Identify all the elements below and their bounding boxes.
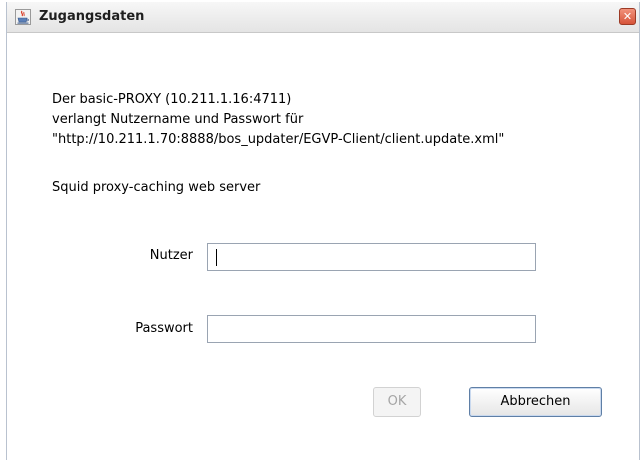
user-label: Nutzer (149, 248, 193, 263)
password-label: Passwort (135, 321, 193, 336)
window-title: Zugangsdaten (39, 9, 145, 24)
proxy-message: Der basic-PROXY (10.211.1.16:4711) verla… (52, 90, 504, 150)
message-line-2: verlangt Nutzername und Passwort für (52, 112, 304, 127)
java-cup-icon (15, 9, 31, 25)
credentials-dialog: Zugangsdaten ✕ Der basic-PROXY (10.211.1… (6, 2, 640, 460)
proxy-realm-text: Squid proxy-caching web server (52, 180, 261, 195)
message-line-3: "http://10.211.1.70:8888/bos_updater/EGV… (52, 132, 505, 147)
title-bar[interactable]: Zugangsdaten ✕ (7, 2, 639, 33)
password-field[interactable] (207, 315, 536, 343)
text-caret (216, 249, 217, 266)
close-icon[interactable]: ✕ (619, 8, 636, 25)
user-field[interactable] (207, 243, 536, 271)
message-line-1: Der basic-PROXY (10.211.1.16:4711) (52, 92, 292, 107)
ok-button[interactable]: OK (373, 387, 421, 417)
cancel-button[interactable]: Abbrechen (469, 387, 602, 417)
